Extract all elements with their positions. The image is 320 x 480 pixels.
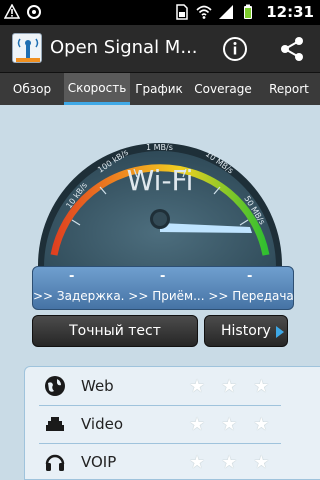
rating-stars: ★ ★ ★ [189, 452, 269, 473]
star-icon: ★ [253, 413, 270, 435]
signal-tower-icon [16, 38, 40, 62]
star-icon: ★ [189, 375, 206, 397]
sim-icon [176, 4, 188, 20]
star-icon: ★ [253, 375, 270, 397]
divider [39, 405, 281, 406]
tab-coverage[interactable]: Coverage [188, 73, 258, 105]
share-icon[interactable] [278, 35, 306, 63]
quality-row-voip: VOIP ★ ★ ★ [39, 447, 283, 477]
divider [39, 443, 281, 444]
star-icon: ★ [189, 413, 206, 435]
network-type-label: Wi-Fi [126, 164, 194, 197]
latency-value: - [69, 269, 75, 284]
precise-test-button[interactable]: Точный тест [32, 315, 198, 347]
app-title: Open Signal M... [50, 37, 198, 58]
play-arrow-icon [276, 326, 284, 338]
tab-label: Обзор [12, 82, 52, 96]
info-icon[interactable] [222, 36, 248, 62]
quality-label: Video [81, 415, 124, 433]
quality-row-video: Video ★ ★ ★ [39, 409, 283, 439]
scale-label: 1 MB/s [146, 143, 173, 152]
quality-row-web: Web ★ ★ ★ [39, 371, 283, 401]
signal-icon [219, 5, 234, 19]
video-icon [46, 417, 64, 431]
action-bar: Open Signal M... [0, 25, 320, 73]
star-icon: ★ [253, 451, 270, 473]
tab-report[interactable]: Report [258, 73, 320, 105]
tab-overview[interactable]: Обзор [0, 73, 64, 105]
readout-labels: >> Задержка. >> Приём... >> Передача. [33, 289, 295, 303]
star-icon: ★ [221, 451, 238, 473]
app-icon[interactable] [12, 33, 42, 63]
battery-icon [244, 4, 253, 19]
tab-bar: Обзор Скорость График Coverage Report [0, 73, 320, 105]
tab-speed[interactable]: Скорость [64, 73, 130, 105]
star-icon: ★ [221, 413, 238, 435]
tab-label: Coverage [194, 82, 252, 96]
headset-icon [45, 454, 65, 471]
history-label: History [221, 323, 271, 339]
status-right-icons: 12:31 [174, 3, 314, 21]
scale-label: 50 MB/s [242, 194, 267, 226]
sync-icon [27, 5, 41, 19]
rating-stars: ★ ★ ★ [189, 414, 269, 435]
tab-label: График [135, 82, 183, 96]
history-button[interactable]: History [204, 315, 288, 347]
status-bar: 12:31 [0, 0, 320, 25]
quality-panel: Web ★ ★ ★ Video ★ ★ ★ VOIP ★ ★ ★ [24, 366, 320, 480]
quality-label: Web [81, 377, 114, 395]
wifi-icon [196, 5, 212, 19]
upload-value: - [247, 269, 253, 284]
readout-panel: - - - >> Задержка. >> Приём... >> Переда… [32, 266, 295, 310]
star-icon: ★ [221, 375, 238, 397]
download-value: - [160, 269, 166, 284]
tab-graph[interactable]: График [130, 73, 188, 105]
star-icon: ★ [189, 451, 206, 473]
precise-test-label: Точный тест [69, 323, 161, 339]
globe-icon [45, 376, 65, 396]
rating-stars: ★ ★ ★ [189, 376, 269, 397]
usb-warning-icon [4, 4, 20, 19]
tab-label: Report [269, 82, 309, 96]
tab-label: Скорость [67, 80, 127, 95]
status-left-icons [4, 4, 42, 20]
quality-label: VOIP [81, 453, 117, 471]
clock: 12:31 [266, 3, 314, 21]
